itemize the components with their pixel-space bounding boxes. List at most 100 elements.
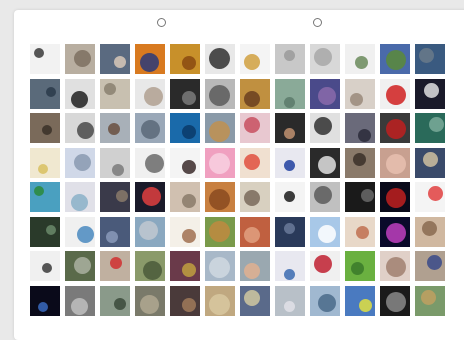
thumbnail-image[interactable] bbox=[415, 251, 445, 281]
thumbnail-image[interactable] bbox=[135, 182, 165, 212]
thumbnail-image[interactable] bbox=[205, 285, 235, 316]
thumbnail-image[interactable] bbox=[30, 113, 60, 143]
thumbnail-image[interactable] bbox=[415, 285, 445, 316]
thumbnail-image[interactable] bbox=[135, 147, 165, 178]
thumbnail-image[interactable] bbox=[345, 182, 375, 212]
thumbnail-image[interactable] bbox=[380, 251, 410, 281]
thumbnail-image[interactable] bbox=[415, 78, 445, 109]
thumbnail-image[interactable] bbox=[275, 216, 305, 247]
thumbnail-image[interactable] bbox=[30, 147, 60, 178]
thumbnail-image[interactable] bbox=[135, 44, 165, 74]
thumbnail-image[interactable] bbox=[415, 216, 445, 247]
thumbnail-image[interactable] bbox=[380, 44, 410, 74]
thumbnail-subject bbox=[77, 225, 94, 243]
thumbnail-image[interactable] bbox=[170, 78, 200, 109]
thumbnail-image[interactable] bbox=[275, 44, 305, 74]
thumbnail-image[interactable] bbox=[170, 251, 200, 281]
thumbnail-image[interactable] bbox=[65, 182, 95, 212]
thumbnail-image[interactable] bbox=[65, 251, 95, 281]
thumbnail-image[interactable] bbox=[380, 113, 410, 143]
thumbnail-image[interactable] bbox=[240, 216, 270, 247]
thumbnail-image[interactable] bbox=[415, 113, 445, 143]
thumbnail-image[interactable] bbox=[100, 216, 130, 247]
thumbnail-image[interactable] bbox=[310, 113, 340, 143]
thumbnail-image[interactable] bbox=[135, 113, 165, 143]
thumbnail-image[interactable] bbox=[380, 285, 410, 316]
thumbnail-image[interactable] bbox=[345, 285, 375, 316]
thumbnail-image[interactable] bbox=[65, 216, 95, 247]
thumbnail-image[interactable] bbox=[170, 216, 200, 247]
thumbnail-image[interactable] bbox=[135, 285, 165, 316]
thumbnail-image[interactable] bbox=[100, 78, 130, 109]
thumbnail-image[interactable] bbox=[135, 78, 165, 109]
thumbnail-image[interactable] bbox=[310, 78, 340, 109]
thumbnail-image[interactable] bbox=[65, 147, 95, 178]
thumbnail-image[interactable] bbox=[30, 216, 60, 247]
thumbnail-image[interactable] bbox=[240, 147, 270, 178]
thumbnail-image[interactable] bbox=[240, 113, 270, 143]
thumbnail-image[interactable] bbox=[100, 113, 130, 143]
thumbnail-image[interactable] bbox=[415, 44, 445, 74]
thumbnail-image[interactable] bbox=[240, 285, 270, 316]
thumbnail-image[interactable] bbox=[205, 147, 235, 178]
thumbnail-image[interactable] bbox=[30, 78, 60, 109]
thumbnail-image[interactable] bbox=[205, 78, 235, 109]
thumbnail-image[interactable] bbox=[135, 251, 165, 281]
thumbnail-image[interactable] bbox=[310, 182, 340, 212]
radio-button-left[interactable] bbox=[157, 18, 166, 27]
thumbnail-image[interactable] bbox=[100, 285, 130, 316]
thumbnail-image[interactable] bbox=[205, 113, 235, 143]
thumbnail-image[interactable] bbox=[345, 216, 375, 247]
thumbnail-image[interactable] bbox=[310, 251, 340, 281]
thumbnail-image[interactable] bbox=[65, 113, 95, 143]
thumbnail-image[interactable] bbox=[275, 78, 305, 109]
thumbnail-image[interactable] bbox=[275, 147, 305, 178]
thumbnail-image[interactable] bbox=[380, 78, 410, 109]
thumbnail-image[interactable] bbox=[240, 251, 270, 281]
thumbnail-image[interactable] bbox=[135, 216, 165, 247]
thumbnail-image[interactable] bbox=[205, 251, 235, 281]
thumbnail-image[interactable] bbox=[240, 44, 270, 74]
thumbnail-image[interactable] bbox=[310, 44, 340, 74]
thumbnail-image[interactable] bbox=[170, 113, 200, 143]
thumbnail-image[interactable] bbox=[100, 44, 130, 74]
thumbnail-image[interactable] bbox=[275, 285, 305, 316]
thumbnail-image[interactable] bbox=[310, 147, 340, 178]
thumbnail-image[interactable] bbox=[170, 44, 200, 74]
thumbnail-image[interactable] bbox=[30, 251, 60, 281]
thumbnail-image[interactable] bbox=[345, 78, 375, 109]
thumbnail-image[interactable] bbox=[30, 285, 60, 316]
thumbnail-image[interactable] bbox=[30, 182, 60, 212]
thumbnail-image[interactable] bbox=[380, 216, 410, 247]
thumbnail-image[interactable] bbox=[380, 147, 410, 178]
thumbnail-image[interactable] bbox=[345, 251, 375, 281]
thumbnail-image[interactable] bbox=[310, 216, 340, 247]
thumbnail-image[interactable] bbox=[380, 182, 410, 212]
thumbnail-image[interactable] bbox=[100, 182, 130, 212]
thumbnail-image[interactable] bbox=[345, 113, 375, 143]
thumbnail-image[interactable] bbox=[345, 147, 375, 178]
thumbnail-image[interactable] bbox=[240, 182, 270, 212]
radio-button-right[interactable] bbox=[313, 18, 322, 27]
thumbnail-image[interactable] bbox=[170, 285, 200, 316]
thumbnail-image[interactable] bbox=[345, 44, 375, 74]
thumbnail-image[interactable] bbox=[170, 147, 200, 178]
thumbnail-image[interactable] bbox=[65, 44, 95, 74]
thumbnail-image[interactable] bbox=[30, 44, 60, 74]
thumbnail-image[interactable] bbox=[205, 216, 235, 247]
thumbnail-image[interactable] bbox=[65, 78, 95, 109]
thumbnail-image[interactable] bbox=[275, 251, 305, 281]
thumbnail-image[interactable] bbox=[205, 44, 235, 74]
thumbnail-image[interactable] bbox=[170, 182, 200, 212]
thumbnail-image[interactable] bbox=[65, 285, 95, 316]
thumbnail-subject bbox=[427, 255, 442, 270]
thumbnail-image[interactable] bbox=[205, 182, 235, 212]
thumbnail-image[interactable] bbox=[415, 182, 445, 212]
thumbnail-image[interactable] bbox=[275, 182, 305, 212]
thumbnail-image[interactable] bbox=[240, 78, 270, 109]
thumbnail-image[interactable] bbox=[310, 285, 340, 316]
thumbnail-image[interactable] bbox=[100, 251, 130, 281]
thumbnail-image[interactable] bbox=[275, 113, 305, 143]
thumbnail-image[interactable] bbox=[100, 147, 130, 178]
thumbnail-image[interactable] bbox=[415, 147, 445, 178]
